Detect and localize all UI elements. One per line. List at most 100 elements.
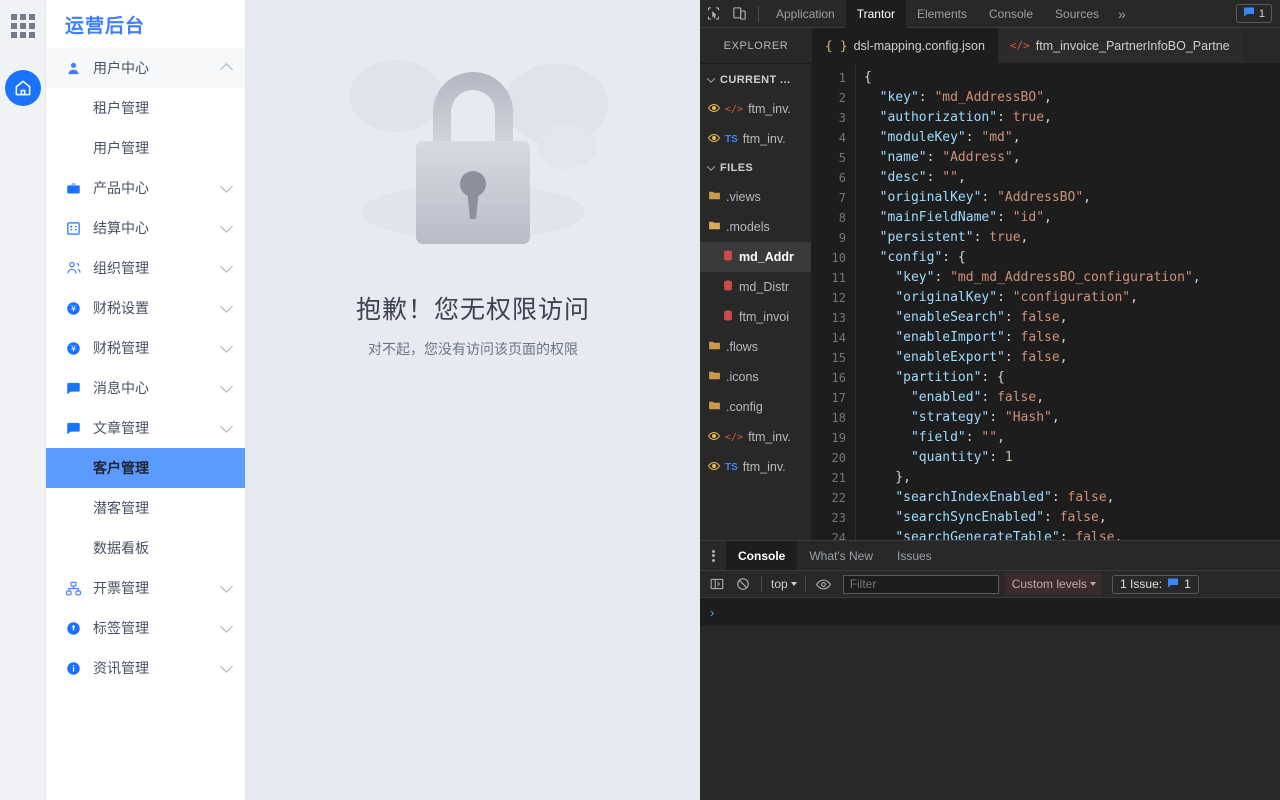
tree-section-files[interactable]: FILES xyxy=(700,154,811,182)
explorer-label: EXPLORER xyxy=(723,39,789,52)
tree-row-label: ftm_inv. xyxy=(748,102,791,116)
tree-row[interactable]: TS ftm_inv. xyxy=(700,124,811,154)
sidebar-item-user-center[interactable]: 用户中心 xyxy=(46,48,245,88)
database-icon xyxy=(722,279,734,295)
chevron-down-icon xyxy=(220,579,233,593)
sidebar-item-tax-mgmt[interactable]: ¥ 财税管理 xyxy=(46,328,245,368)
folder-open-icon xyxy=(708,219,721,235)
file-tab-label: ftm_invoice_PartnerInfoBO_Partne xyxy=(1035,38,1230,53)
tab-console[interactable]: Console xyxy=(978,0,1044,28)
calculator-icon xyxy=(65,220,82,237)
tab-application[interactable]: Application xyxy=(765,0,846,28)
home-icon[interactable] xyxy=(4,70,41,106)
chevron-down-icon xyxy=(220,659,233,673)
search-input[interactable] xyxy=(842,574,999,594)
sitemap-icon xyxy=(65,580,82,597)
tree-row[interactable]: TS ftm_inv. xyxy=(700,452,811,482)
console-tab-bar: Console What's New Issues xyxy=(700,541,1280,570)
code-content[interactable]: { "key": "md_AddressBO", "authorization"… xyxy=(856,64,1280,540)
sidebar-item-org-mgmt[interactable]: 组织管理 xyxy=(46,248,245,288)
folder-icon xyxy=(708,339,721,355)
console-input-prompt[interactable]: › xyxy=(700,598,1280,626)
drawer-menu-icon[interactable] xyxy=(700,541,726,570)
code-editor[interactable]: 1 2 3 4 5 6 7 8 9 10 11 12 13 14 15 16 17 18 19 20 21 22 23 24 … xyxy=(812,64,1280,540)
tree-row[interactable]: .config xyxy=(700,392,811,422)
sidebar-item-tax-settings[interactable]: ¥ 财税设置 xyxy=(46,288,245,328)
tree-row-label: md_Distr xyxy=(739,280,790,294)
sidebar-item-label: 产品中心 xyxy=(93,180,149,196)
error-title: 抱歉！您无权限访问 xyxy=(355,296,590,324)
device-toolbar-icon[interactable] xyxy=(726,1,752,27)
sidebar-item-news-mgmt[interactable]: 资讯管理 xyxy=(46,648,245,688)
tree-section-current[interactable]: CURRENT ... xyxy=(700,66,811,94)
chevron-down-icon xyxy=(220,219,233,233)
tree-row[interactable]: </> ftm_inv. xyxy=(700,422,811,452)
file-explorer: CURRENT ... </> ftm_inv. TS ftm_inv. FIL… xyxy=(700,64,812,540)
console-sidebar-icon[interactable] xyxy=(704,573,730,595)
grid-apps-icon[interactable] xyxy=(10,14,35,38)
log-level-selector[interactable]: Custom levels xyxy=(1004,573,1103,595)
sidebar-item-product-center[interactable]: 产品中心 xyxy=(46,168,245,208)
sidebar-item-message-center[interactable]: 消息中心 xyxy=(46,368,245,408)
tab-whats-new[interactable]: What's New xyxy=(797,541,885,570)
chevron-down-icon xyxy=(220,339,233,353)
tab-sources[interactable]: Sources xyxy=(1044,0,1110,28)
tree-row[interactable]: .icons xyxy=(700,362,811,392)
main-content: 抱歉！您无权限访问 对不起，您没有访问该页面的权限 xyxy=(246,0,700,800)
tab-elements[interactable]: Elements xyxy=(906,0,978,28)
more-tabs-icon[interactable]: » xyxy=(1110,6,1134,22)
admin-app: 运营后台 用户中心 租户管理 用户管理 产品中心 结算中心 组织管理 ¥ 财税设… xyxy=(0,0,700,800)
tab-issues[interactable]: Issues xyxy=(885,541,944,570)
tree-row[interactable]: .flows xyxy=(700,332,811,362)
context-label: top xyxy=(771,577,788,591)
sidebar-item-invoice-mgmt[interactable]: 开票管理 xyxy=(46,568,245,608)
inspect-cursor-icon[interactable] xyxy=(700,1,726,27)
status-badge[interactable]: 1 xyxy=(1235,4,1272,23)
chevron-down-icon xyxy=(220,619,233,633)
tree-row-label: .flows xyxy=(726,340,758,354)
message-icon xyxy=(65,380,82,397)
execution-context-selector[interactable]: top xyxy=(767,577,800,591)
file-tab-dsl-mapping[interactable]: { } dsl-mapping.config.json xyxy=(812,28,997,63)
clear-console-icon[interactable] xyxy=(730,573,756,595)
tree-row[interactable]: md_Distr xyxy=(700,272,811,302)
sidebar-item-tenant-mgmt[interactable]: 租户管理 xyxy=(46,88,245,128)
sidebar-item-settlement-center[interactable]: 结算中心 xyxy=(46,208,245,248)
live-expression-icon[interactable] xyxy=(811,573,837,595)
devtools-toolbar: Application Trantor Elements Console Sou… xyxy=(700,0,1280,28)
tab-trantor[interactable]: Trantor xyxy=(845,0,906,28)
tree-section-label: FILES xyxy=(720,162,754,174)
chevron-up-icon xyxy=(220,63,233,76)
chevron-down-icon xyxy=(220,379,233,393)
tab-console[interactable]: Console xyxy=(726,541,798,570)
issue-counter-badge[interactable]: 1 Issue: 1 xyxy=(1112,574,1199,594)
tree-row[interactable]: md_Addr xyxy=(700,242,811,272)
toolbar-divider xyxy=(761,576,762,592)
yen-circle-icon: ¥ xyxy=(65,340,82,357)
eye-icon xyxy=(707,430,721,445)
sidebar-item-dashboard[interactable]: 数据看板 xyxy=(46,528,245,568)
sidebar-item-lead-mgmt[interactable]: 潜客管理 xyxy=(46,488,245,528)
sidebar-item-customer-mgmt[interactable]: 客户管理 xyxy=(46,448,245,488)
chevron-down-icon xyxy=(706,75,716,85)
eye-icon xyxy=(707,132,721,147)
typescript-icon: TS xyxy=(725,133,738,145)
folder-icon xyxy=(708,399,721,415)
sidebar-menu: 运营后台 用户中心 租户管理 用户管理 产品中心 结算中心 组织管理 ¥ 财税设… xyxy=(46,0,246,800)
issue-message-icon xyxy=(1243,6,1255,21)
sidebar-item-article-mgmt[interactable]: 文章管理 xyxy=(46,408,245,448)
tree-row[interactable]: </> ftm_inv. xyxy=(700,94,811,124)
tree-row[interactable]: .models xyxy=(700,212,811,242)
json-braces-icon: { } xyxy=(825,38,848,53)
issue-label: 1 Issue: xyxy=(1120,577,1163,591)
sidebar-item-user-mgmt[interactable]: 用户管理 xyxy=(46,128,245,168)
tree-row[interactable]: .views xyxy=(700,182,811,212)
sidebar-item-label: 组织管理 xyxy=(93,260,149,276)
database-icon xyxy=(722,309,734,325)
file-tab-ftm-invoice[interactable]: </> ftm_invoice_PartnerInfoBO_Partne xyxy=(996,28,1242,63)
sidebar-item-tag-mgmt[interactable]: 标签管理 xyxy=(46,608,245,648)
tree-row[interactable]: ftm_invoi xyxy=(700,302,811,332)
sidebar-item-label: 资讯管理 xyxy=(93,660,149,676)
console-toolbar: top Custom levels 1 Issue: xyxy=(700,570,1280,598)
sidebar-item-label: 消息中心 xyxy=(93,380,149,396)
